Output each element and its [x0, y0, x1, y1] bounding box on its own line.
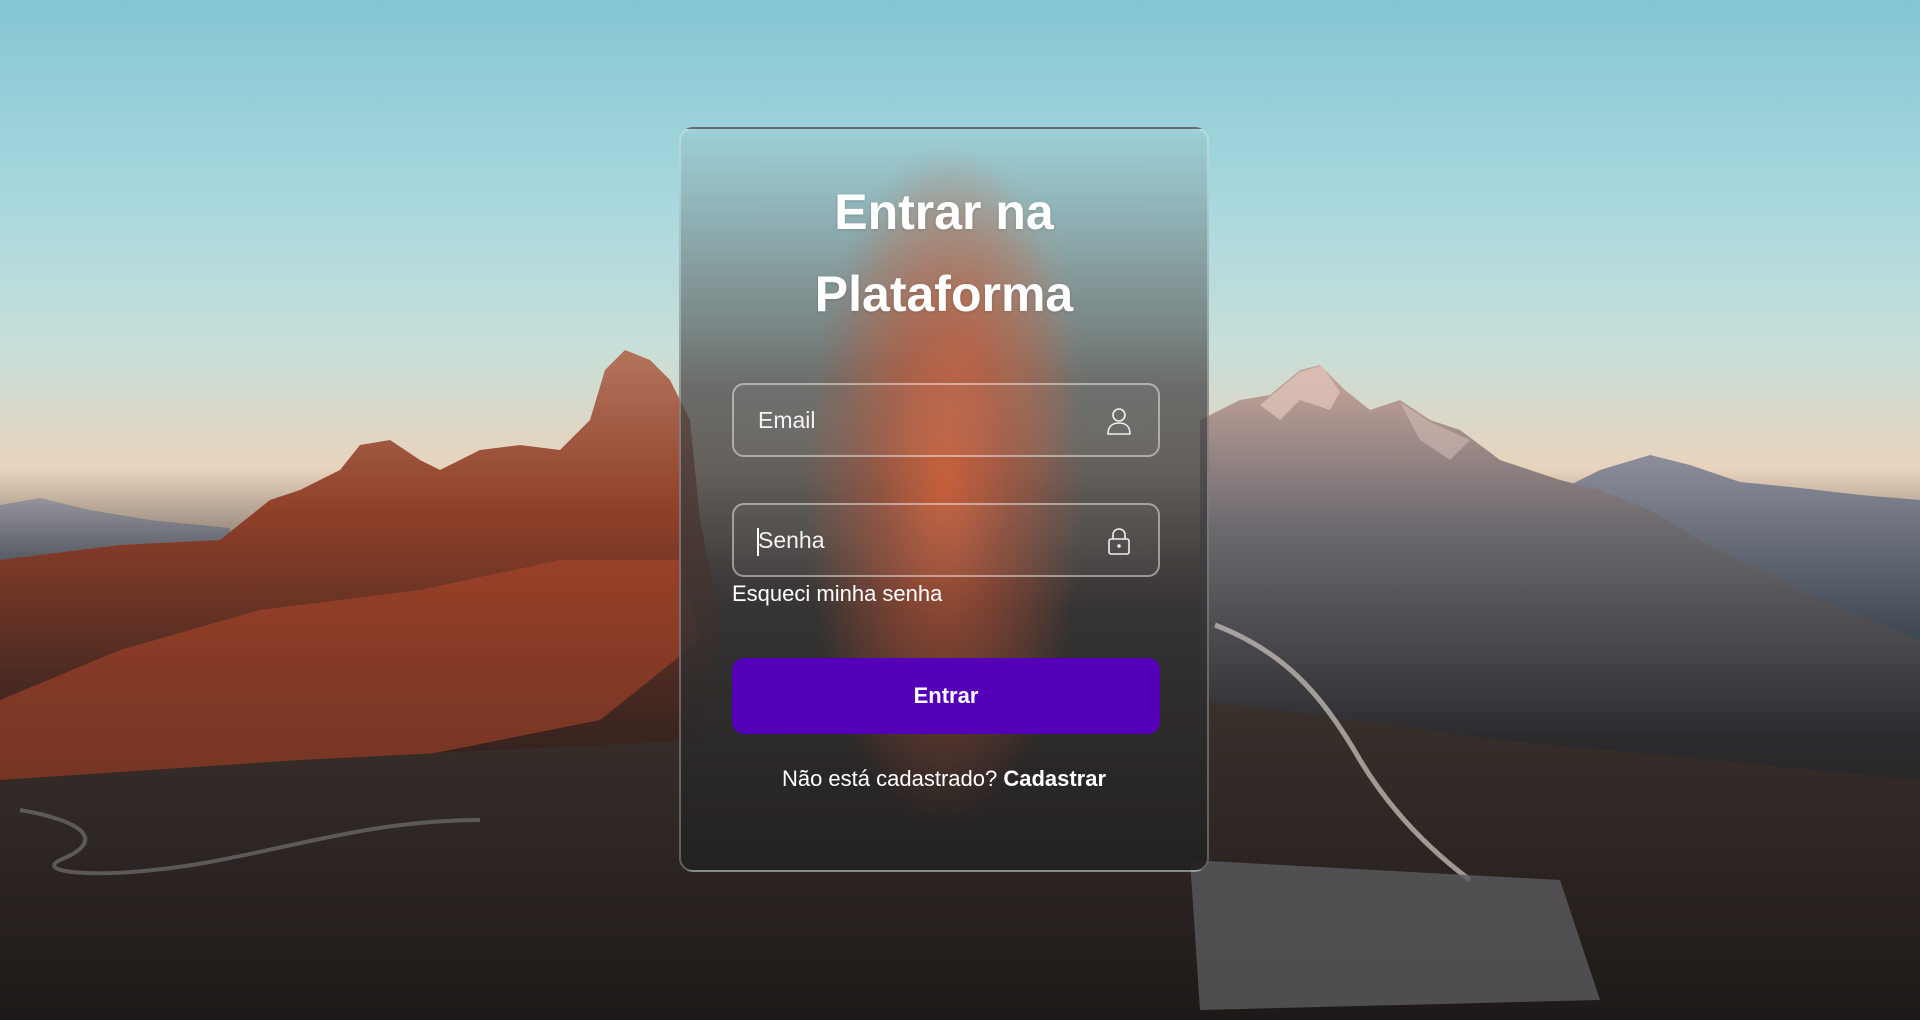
title-line-2: Plataforma — [814, 266, 1074, 322]
email-field-container — [732, 383, 1160, 457]
lock-icon — [1108, 528, 1130, 555]
email-field[interactable] — [758, 385, 1088, 455]
password-field[interactable] — [758, 505, 1088, 575]
login-page: Entrar na Plataforma Esqueci minha senha… — [0, 0, 1920, 1020]
signup-prompt-text: Não está cadastrado? — [781, 766, 1004, 791]
page-title: Entrar na Plataforma — [681, 171, 1207, 335]
password-field-container — [732, 503, 1160, 577]
signup-prompt: Não está cadastrado? Cadastrar — [681, 766, 1207, 792]
login-card: Entrar na Plataforma Esqueci minha senha… — [679, 127, 1209, 872]
user-icon — [1107, 408, 1131, 435]
signup-link[interactable]: Cadastrar — [1003, 766, 1106, 791]
login-button[interactable]: Entrar — [732, 658, 1160, 734]
title-line-1: Entrar na — [834, 184, 1054, 240]
forgot-password-link[interactable]: Esqueci minha senha — [732, 581, 942, 607]
